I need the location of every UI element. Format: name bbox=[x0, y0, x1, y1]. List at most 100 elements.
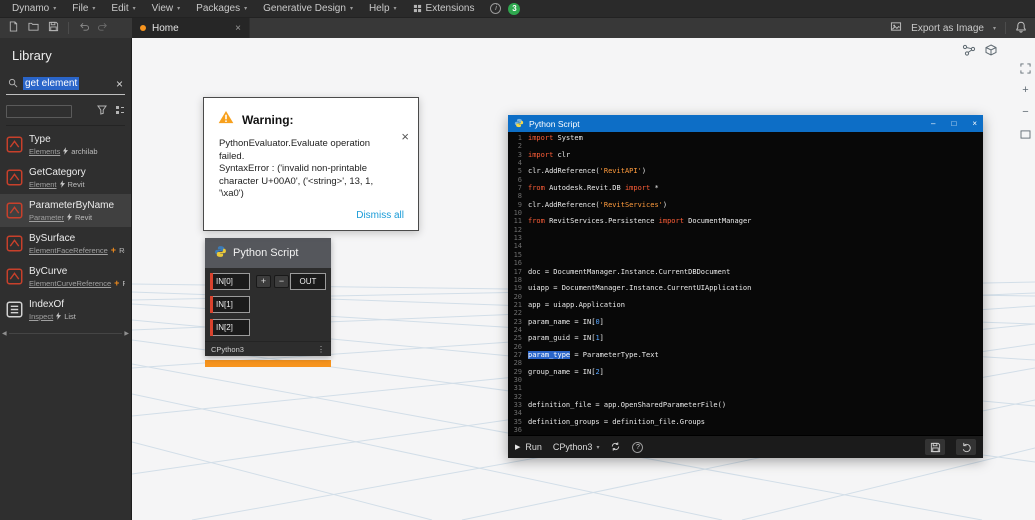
remove-input-button[interactable]: − bbox=[274, 275, 289, 288]
menubar: Dynamo ▾ File ▾ Edit ▾ View ▾ Packages ▾ Generativ… bbox=[0, 0, 1035, 18]
close-icon[interactable]: × bbox=[972, 119, 977, 128]
action-icon bbox=[59, 180, 65, 188]
library-item-bysurface[interactable]: BySurfaceElementFaceReference+Revit bbox=[0, 227, 131, 260]
node-title: BySurface bbox=[29, 232, 76, 244]
tabbar-right: Export as Image ▾ bbox=[890, 21, 1035, 36]
graph-view-icon[interactable] bbox=[960, 43, 977, 57]
library-item-bycurve[interactable]: ByCurveElementCurveReference+Revit bbox=[0, 260, 131, 293]
save-icon[interactable] bbox=[48, 19, 59, 37]
library-scrollbar[interactable]: ◀ ▶ bbox=[0, 330, 131, 337]
python-icon bbox=[514, 118, 524, 130]
toolbar-separator bbox=[1005, 22, 1006, 34]
input-port-0[interactable]: IN[0] bbox=[210, 273, 250, 290]
create-icon: + bbox=[114, 278, 120, 288]
fit-view-icon[interactable] bbox=[1019, 62, 1032, 75]
workspace-canvas[interactable]: + − Warning: × PythonEvaluator.Evaluate … bbox=[132, 38, 1035, 520]
node-subtitle: Element Revit bbox=[29, 179, 85, 189]
dismiss-all-link[interactable]: Dismiss all bbox=[356, 210, 404, 221]
library-item-getcategory[interactable]: GetCategory Element Revit bbox=[0, 161, 131, 194]
info-icon[interactable]: i bbox=[490, 3, 502, 14]
chevron-down-icon[interactable]: ▾ bbox=[993, 25, 996, 32]
node-icon bbox=[6, 301, 23, 318]
node-context-menu-icon[interactable]: ⋮ bbox=[317, 345, 325, 354]
editor-revert-button[interactable] bbox=[956, 439, 976, 455]
export-as-image-button[interactable]: Export as Image bbox=[911, 23, 984, 34]
menu-packages[interactable]: Packages ▾ bbox=[188, 3, 255, 14]
toolbar-separator bbox=[68, 22, 69, 34]
node-title: ByCurve bbox=[29, 265, 68, 277]
python-icon bbox=[214, 245, 227, 261]
dynamo-app: Dynamo ▾ File ▾ Edit ▾ View ▾ Packages ▾ Generativ… bbox=[0, 0, 1035, 520]
menu-file[interactable]: File ▾ bbox=[64, 3, 103, 14]
library-search[interactable]: get element × bbox=[6, 73, 125, 95]
sync-icon[interactable] bbox=[610, 441, 621, 454]
help-icon[interactable]: ? bbox=[632, 441, 644, 453]
menu-help[interactable]: Help ▾ bbox=[361, 3, 405, 14]
open-folder-icon[interactable] bbox=[28, 19, 39, 37]
input-port-1[interactable]: IN[1] bbox=[210, 296, 250, 313]
fullscreen-icon[interactable] bbox=[1019, 128, 1032, 141]
warning-close-icon[interactable]: × bbox=[401, 129, 409, 144]
library-sidebar: Library get element × Type Elements archil… bbox=[0, 38, 132, 520]
tab-home[interactable]: Home × bbox=[132, 18, 250, 38]
zoom-out-icon[interactable]: − bbox=[1019, 106, 1032, 119]
maximize-icon[interactable]: □ bbox=[951, 119, 956, 128]
search-input[interactable]: get element bbox=[23, 77, 80, 90]
node-subtitle: Parameter Revit bbox=[29, 212, 93, 222]
node-subtitle: Elements archilab bbox=[29, 146, 98, 156]
library-item-parameterbyname[interactable]: ParameterByName Parameter Revit bbox=[0, 194, 131, 227]
action-icon bbox=[56, 312, 62, 320]
output-port[interactable]: OUT bbox=[290, 273, 326, 290]
notification-badge[interactable]: 3 bbox=[508, 2, 521, 15]
code-area[interactable]: 1 import System 2 3 import clr 4 5 clr.AddRefer… bbox=[508, 132, 983, 435]
tabbar: Home × Export as Image ▾ bbox=[0, 18, 1035, 38]
input-port-2[interactable]: IN[2] bbox=[210, 319, 250, 336]
node-title: GetCategory bbox=[29, 166, 86, 178]
zoom-in-icon[interactable]: + bbox=[1019, 84, 1032, 97]
warning-title: Warning: bbox=[242, 112, 294, 127]
node-header[interactable]: Python Script bbox=[205, 238, 331, 268]
editor-titlebar[interactable]: Python Script – □ × bbox=[508, 115, 983, 132]
toolbar-icons bbox=[0, 19, 132, 37]
export-image-icon bbox=[890, 21, 902, 35]
menu-generative-design[interactable]: Generative Design ▾ bbox=[255, 3, 361, 14]
node-title: Python Script bbox=[233, 247, 299, 259]
search-clear-icon[interactable]: × bbox=[116, 78, 123, 90]
menu-edit[interactable]: Edit ▾ bbox=[103, 3, 143, 14]
engine-select[interactable]: CPython3 ▾ bbox=[553, 442, 600, 452]
layout-toggle-icon[interactable] bbox=[115, 102, 125, 120]
menu-extensions[interactable]: Extensions bbox=[405, 3, 483, 14]
new-file-icon[interactable] bbox=[8, 19, 19, 37]
run-button[interactable]: ▶ Run bbox=[515, 442, 542, 452]
node-icon bbox=[6, 169, 23, 186]
add-input-button[interactable]: + bbox=[256, 275, 271, 288]
node-engine-label: CPython3 bbox=[211, 344, 244, 354]
geometry-view-icon[interactable] bbox=[982, 43, 999, 57]
library-title: Library bbox=[12, 48, 52, 63]
menu-dynamo[interactable]: Dynamo ▾ bbox=[4, 3, 64, 14]
python-editor-window[interactable]: Python Script – □ × 1 import System 2 3 impo… bbox=[508, 115, 983, 458]
redo-icon[interactable] bbox=[98, 19, 109, 37]
minimize-icon[interactable]: – bbox=[931, 119, 935, 128]
python-script-node[interactable]: Python Script IN[0] + − OUT IN[1] IN[2] … bbox=[205, 238, 331, 356]
editor-title: Python Script bbox=[529, 118, 580, 129]
filter-input[interactable] bbox=[6, 104, 72, 118]
library-item-type[interactable]: Type Elements archilab bbox=[0, 128, 131, 161]
undo-icon[interactable] bbox=[78, 19, 89, 37]
action-icon bbox=[67, 213, 73, 221]
node-title: ParameterByName bbox=[29, 199, 115, 211]
library-item-indexof[interactable]: IndexOf Inspect List bbox=[0, 293, 131, 326]
scroll-right-icon[interactable]: ▶ bbox=[124, 330, 129, 337]
library-filter-row bbox=[6, 102, 125, 126]
tab-close-icon[interactable]: × bbox=[235, 23, 241, 34]
menubar-items: Dynamo ▾ File ▾ Edit ▾ View ▾ Packages ▾ Generativ… bbox=[4, 3, 482, 14]
node-body: IN[0] + − OUT IN[1] IN[2] bbox=[205, 268, 331, 341]
warning-icon bbox=[218, 110, 234, 129]
search-icon bbox=[8, 75, 18, 93]
menu-view[interactable]: View ▾ bbox=[144, 3, 189, 14]
filter-funnel-icon[interactable] bbox=[97, 102, 107, 120]
bell-icon[interactable] bbox=[1015, 21, 1027, 36]
node-icon bbox=[6, 235, 23, 252]
editor-save-button[interactable] bbox=[925, 439, 945, 455]
scroll-left-icon[interactable]: ◀ bbox=[2, 330, 7, 337]
